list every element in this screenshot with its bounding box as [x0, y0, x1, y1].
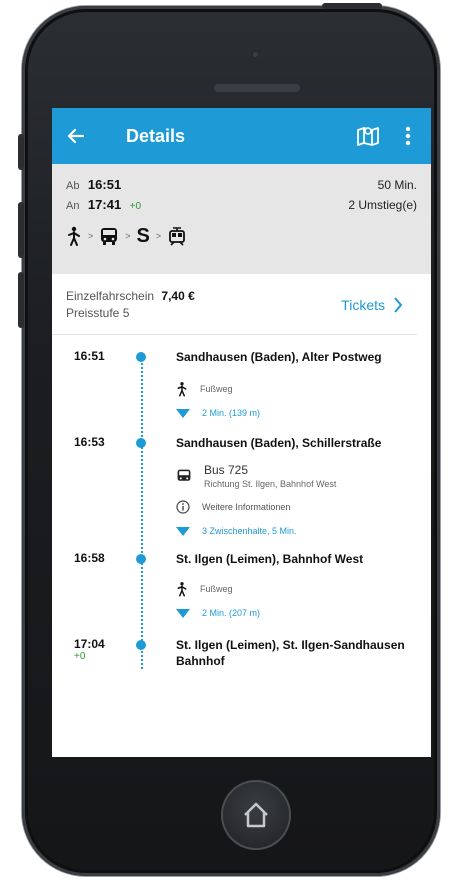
departure-time: 16:51	[87, 177, 122, 192]
chevron-right-icon: >	[88, 231, 94, 241]
walk-detail-toggle[interactable]: 2 Min. (207 m)	[176, 601, 431, 625]
stop-delay: +0	[74, 651, 86, 662]
stop-marker	[136, 640, 146, 650]
leg-detail: 3 Zwischenhalte, 5 Min.	[202, 526, 297, 536]
bus-icon	[177, 469, 191, 481]
ticket-name: Einzelfahrschein	[66, 289, 155, 303]
tickets-button[interactable]: Tickets	[341, 296, 403, 314]
departure-label: Ab	[66, 180, 80, 192]
leg-mode: Fußweg	[200, 384, 233, 394]
stop-item[interactable]: 16:58 St. Ilgen (Leimen), Bahnhof West	[52, 551, 431, 567]
stop-item[interactable]: 16:53 Sandhausen (Baden), Schillerstraße	[52, 435, 431, 451]
leg-mode: Fußweg	[200, 584, 233, 594]
bus-line: Bus 725	[204, 463, 249, 477]
more-info-label: Weitere Informationen	[202, 502, 291, 512]
expand-triangle-icon	[176, 526, 190, 536]
s-bahn-icon: S	[136, 225, 150, 247]
stop-name: Sandhausen (Baden), Schillerstraße	[176, 436, 382, 450]
intermediate-stops-toggle[interactable]: 3 Zwischenhalte, 5 Min.	[176, 519, 431, 543]
tickets-label: Tickets	[341, 297, 385, 313]
stop-marker	[136, 352, 146, 362]
app-screen: Details Ab 16:51 50 Min. An 17:41 +0 2 U…	[52, 108, 431, 757]
earpiece-speaker	[214, 84, 300, 92]
more-vertical-icon	[405, 126, 411, 146]
chevron-right-icon: >	[155, 231, 162, 241]
info-icon	[176, 500, 190, 514]
stop-marker	[136, 554, 146, 564]
walk-detail-toggle[interactable]: 2 Min. (139 m)	[176, 401, 431, 425]
stop-item[interactable]: 16:51 Sandhausen (Baden), Alter Postweg	[52, 349, 431, 365]
volume-up-button	[18, 202, 24, 258]
bus-leg[interactable]: Bus 725 Richtung St. Ilgen, Bahnhof West	[176, 457, 431, 495]
volume-down-button	[18, 272, 24, 328]
stop-name: St. Ilgen (Leimen), Bahnhof West	[176, 552, 364, 566]
walk-icon	[68, 226, 80, 246]
ticket-row: Einzelfahrschein 7,40 € Preisstufe 5 Tic…	[52, 274, 417, 335]
arrival-label: An	[66, 200, 80, 212]
trip-summary: Ab 16:51 50 Min. An 17:41 +0 2 Umstieg(e…	[52, 164, 431, 274]
stop-time: 17:04	[74, 637, 105, 651]
front-camera	[251, 50, 260, 59]
leg-detail: 2 Min. (139 m)	[202, 408, 261, 418]
map-button[interactable]	[351, 116, 385, 156]
arrival-time: 17:41	[87, 197, 122, 212]
walk-leg: Fußweg	[176, 377, 431, 401]
leg-detail: 2 Min. (207 m)	[202, 608, 261, 618]
stop-time: 16:51	[74, 349, 105, 363]
back-button[interactable]	[52, 108, 100, 164]
stop-name: St. Ilgen (Leimen), St. Ilgen-Sandhausen…	[176, 638, 405, 668]
stop-item[interactable]: 17:04 +0 St. Ilgen (Leimen), St. Ilgen-S…	[52, 637, 431, 669]
transfer-count: 2 Umstieg(e)	[348, 198, 417, 212]
bus-icon	[101, 228, 118, 245]
home-icon	[244, 802, 268, 828]
walk-icon	[177, 582, 187, 597]
expand-triangle-icon	[176, 408, 190, 418]
walk-leg: Fußweg	[176, 577, 431, 601]
arrow-left-icon	[67, 128, 85, 144]
page-title: Details	[126, 125, 186, 146]
transport-modes: > > S >	[66, 226, 417, 246]
tram-icon	[169, 227, 186, 246]
stop-time: 16:58	[74, 551, 105, 565]
chevron-right-icon	[394, 297, 403, 313]
more-info-link[interactable]: Weitere Informationen	[176, 495, 431, 519]
mute-switch	[18, 134, 24, 170]
map-icon	[357, 127, 379, 146]
itinerary-timeline: 16:51 Sandhausen (Baden), Alter Postweg …	[52, 335, 431, 669]
timeline-line	[141, 355, 143, 669]
stop-marker	[136, 438, 146, 448]
ticket-price: 7,40 €	[161, 289, 195, 303]
power-button	[322, 3, 382, 9]
trip-duration: 50 Min.	[377, 178, 417, 192]
price-zone: Preisstufe 5	[66, 306, 130, 320]
app-bar: Details	[52, 108, 431, 164]
stop-name: Sandhausen (Baden), Alter Postweg	[176, 350, 382, 364]
home-button[interactable]	[221, 780, 291, 850]
arrival-delay: +0	[129, 201, 142, 212]
expand-triangle-icon	[176, 608, 190, 618]
bus-direction: Richtung St. Ilgen, Bahnhof West	[204, 479, 337, 489]
stop-time: 16:53	[74, 435, 105, 449]
chevron-right-icon: >	[125, 231, 131, 241]
walk-icon	[177, 382, 187, 397]
overflow-menu-button[interactable]	[391, 116, 425, 156]
